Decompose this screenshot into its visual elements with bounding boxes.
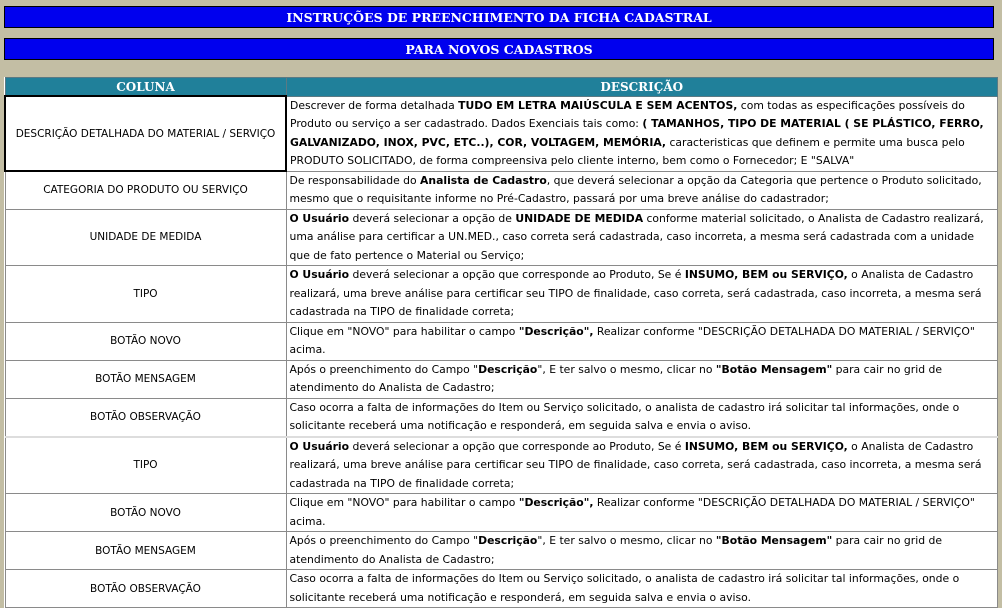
table-row: TIPO O Usuário deverá selecionar a opção … (4, 435, 998, 494)
row-coluna-cell[interactable]: CATEGORIA DO PRODUTO OU SERVIÇO (4, 170, 287, 210)
row-coluna-cell[interactable]: DESCRIÇÃO DETALHADA DO MATERIAL / SERVIÇ… (4, 95, 287, 172)
table-body: DESCRIÇÃO DETALHADA DO MATERIAL / SERVIÇ… (4, 95, 998, 608)
text-segment: Após o preenchimento do Campo " (289, 534, 479, 547)
row-descricao-cell[interactable]: Caso ocorra a falta de informações do It… (285, 569, 998, 608)
table-row: BOTÃO OBSERVAÇÃO Caso ocorra a falta de i… (4, 569, 998, 608)
row-descricao-cell[interactable]: Descrever de forma detalhada TUDO EM LET… (285, 95, 998, 172)
instructions-table: COLUNA DESCRIÇÃO DESCRIÇÃO DETALHADA DO … (4, 77, 998, 608)
text-segment: Descrever de forma detalhada (290, 98, 459, 112)
bold-text-segment: O Usuário (289, 439, 350, 453)
table-row: CATEGORIA DO PRODUTO OU SERVIÇO De respon… (4, 170, 998, 210)
section-title: PARA NOVOS CADASTROS (405, 41, 593, 57)
table-row: BOTÃO MENSAGEM Após o preenchimento do Ca… (4, 359, 998, 399)
table-row: BOTÃO NOVO Clique em "NOVO" para habilita… (4, 493, 998, 532)
row-descricao-cell[interactable]: O Usuário deverá selecionar a opção que … (285, 265, 998, 323)
bold-text-segment: "Descrição", (518, 324, 594, 338)
table-row: BOTÃO MENSAGEM Após o preenchimento do Ca… (4, 531, 998, 570)
bold-text-segment: "Botão Mensagem" (715, 362, 833, 376)
column-header-coluna: COLUNA (4, 77, 287, 97)
text-segment: ", E ter salvo o mesmo, clicar no (537, 534, 716, 547)
row-descricao-cell[interactable]: Após o preenchimento do Campo "Descrição… (285, 359, 998, 399)
row-coluna-cell[interactable]: BOTÃO MENSAGEM (4, 359, 287, 399)
row-descricao-cell[interactable]: O Usuário deverá selecionar a opção que … (285, 435, 998, 494)
bold-text-segment: TUDO EM LETRA MAIÚSCULA E SEM ACENTOS, (458, 98, 738, 112)
row-coluna-cell[interactable]: BOTÃO NOVO (4, 493, 287, 532)
row-coluna-cell[interactable]: BOTÃO OBSERVAÇÃO (4, 397, 287, 437)
row-descricao-cell[interactable]: Clique em "NOVO" para habilitar o campo … (285, 321, 998, 361)
text-segment: ", E ter salvo o mesmo, clicar no (537, 362, 716, 376)
bold-text-segment: INSUMO, BEM ou SERVIÇO, (684, 268, 848, 281)
table-row: BOTÃO OBSERVAÇÃO Caso ocorra a falta de i… (4, 397, 998, 437)
row-descricao-cell[interactable]: O Usuário deverá selecionar a opção de U… (285, 208, 998, 266)
section-title-banner: PARA NOVOS CADASTROS (4, 38, 994, 60)
row-coluna-cell[interactable]: UNIDADE DE MEDIDA (4, 208, 287, 266)
bold-text-segment: UNIDADE DE MEDIDA (515, 211, 644, 225)
sheet-title-banner: INSTRUÇÕES DE PREENCHIMENTO DA FICHA CAD… (4, 6, 994, 28)
row-descricao-cell[interactable]: De responsabilidade do Analista de Cadas… (285, 170, 998, 210)
bold-text-segment: O Usuário (289, 268, 350, 281)
sheet-title: INSTRUÇÕES DE PREENCHIMENTO DA FICHA CAD… (286, 9, 712, 25)
bold-text-segment: Descrição (478, 362, 538, 376)
text-segment: deverá selecionar a opção que correspond… (349, 268, 685, 281)
bold-text-segment: O Usuário (289, 211, 350, 225)
row-descricao-cell[interactable]: Caso ocorra a falta de informações do It… (285, 397, 998, 437)
row-coluna-cell[interactable]: TIPO (4, 265, 287, 323)
table-row: DESCRIÇÃO DETALHADA DO MATERIAL / SERVIÇ… (4, 95, 998, 172)
table-row: UNIDADE DE MEDIDA O Usuário deverá seleci… (4, 208, 998, 266)
column-header-descricao: DESCRIÇÃO (285, 77, 998, 97)
text-segment: Clique em "NOVO" para habilitar o campo (289, 324, 519, 338)
table-row: BOTÃO NOVO Clique em "NOVO" para habilita… (4, 321, 998, 361)
text-segment: Após o preenchimento do Campo " (289, 362, 479, 376)
bold-text-segment: Descrição (478, 534, 538, 547)
text-segment: Caso ocorra a falta de informações do It… (289, 400, 960, 433)
text-segment: Caso ocorra a falta de informações do It… (289, 572, 960, 604)
bold-text-segment: INSUMO, BEM ou SERVIÇO, (684, 439, 848, 453)
bold-text-segment: "Descrição", (518, 496, 594, 509)
row-coluna-cell[interactable]: TIPO (4, 435, 287, 494)
text-segment: De responsabilidade do (289, 173, 421, 187)
row-descricao-cell[interactable]: Após o preenchimento do Campo "Descrição… (285, 531, 998, 570)
row-coluna-cell[interactable]: BOTÃO OBSERVAÇÃO (4, 569, 287, 608)
text-segment: Clique em "NOVO" para habilitar o campo (289, 496, 519, 509)
text-segment: deverá selecionar a opção de (349, 211, 516, 225)
bold-text-segment: Analista de Cadastro (420, 173, 547, 187)
bold-text-segment: "Botão Mensagem" (715, 534, 833, 547)
text-segment: deverá selecionar a opção que correspond… (349, 439, 685, 453)
row-coluna-cell[interactable]: BOTÃO MENSAGEM (4, 531, 287, 570)
table-header-row: COLUNA DESCRIÇÃO (4, 77, 998, 97)
row-coluna-cell[interactable]: BOTÃO NOVO (4, 321, 287, 361)
table-row: TIPO O Usuário deverá selecionar a opção … (4, 265, 998, 323)
row-descricao-cell[interactable]: Clique em "NOVO" para habilitar o campo … (285, 493, 998, 532)
